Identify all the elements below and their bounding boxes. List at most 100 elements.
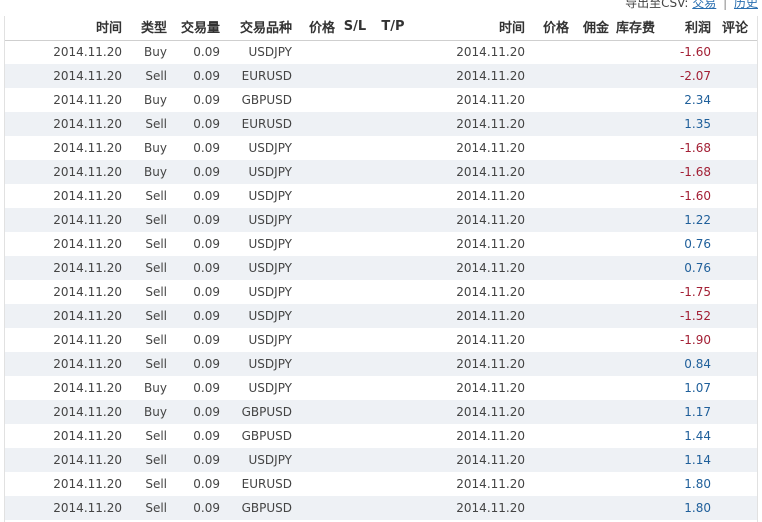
cell-price [295, 256, 335, 280]
cell-close-price [527, 232, 569, 256]
cell-swap [609, 328, 655, 352]
cell-profit: -1.60 [679, 45, 711, 60]
table-row: 2014.11.20 Sell 0.09 EURUSD 2014.11.20 1.80 [5, 472, 757, 496]
cell-profit: 1.07 [684, 381, 711, 395]
cell-symbol: USDJPY [248, 333, 292, 347]
cell-swap [609, 88, 655, 112]
cell-profit: -1.52 [679, 309, 711, 323]
cell-close-price [527, 256, 569, 280]
cell-symbol: USDJPY [248, 357, 292, 371]
cell-price [295, 328, 335, 352]
cell-close-price [527, 424, 569, 448]
cell-symbol: GBPUSD [241, 405, 292, 419]
table-row: 2014.11.20 Sell 0.09 EURUSD 2014.11.20 -2.07 [5, 64, 757, 88]
cell-close-price [527, 304, 569, 328]
cell-sl [335, 40, 375, 64]
cell-swap [609, 424, 655, 448]
cell-swap [609, 496, 655, 520]
cell-symbol: USDJPY [248, 261, 292, 275]
table-row: 2014.11.20 Sell 0.09 USDJPY 2014.11.20 0.84 [5, 352, 757, 376]
cell-tp [375, 208, 411, 232]
cell-symbol: EURUSD [241, 117, 292, 131]
export-trades-link[interactable]: 交易 [692, 0, 716, 10]
cell-commission [569, 448, 609, 472]
cell-close-time: 2014.11.20 [456, 213, 525, 227]
cell-swap [609, 184, 655, 208]
cell-commission [569, 424, 609, 448]
cell-profit: -1.90 [679, 333, 711, 347]
cell-open-time: 2014.11.20 [53, 333, 122, 347]
cell-close-price [527, 496, 569, 520]
cell-price [295, 40, 335, 64]
cell-comment [713, 208, 757, 232]
table-row: 2014.11.20 Buy 0.09 USDJPY 2014.11.20 -1.68 [5, 136, 757, 160]
header-row: 时间 类型 交易量 交易品种 价格 S/L T/P 时间 价格 佣金 库存费 利… [5, 16, 757, 41]
cell-price [295, 64, 335, 88]
cell-type: Buy [144, 381, 167, 395]
cell-price [295, 424, 335, 448]
col-profit: 利润 [655, 16, 713, 41]
cell-open-time: 2014.11.20 [53, 309, 122, 323]
cell-open-time: 2014.11.20 [53, 285, 122, 299]
col-commission: 佣金 [569, 16, 609, 41]
cell-price [295, 88, 335, 112]
cell-type: Sell [145, 237, 167, 251]
cell-symbol: USDJPY [248, 237, 292, 251]
cell-price [295, 376, 335, 400]
cell-swap [609, 208, 655, 232]
cell-type: Buy [144, 93, 167, 107]
cell-commission [569, 496, 609, 520]
cell-comment [713, 232, 757, 256]
cell-type: Sell [145, 333, 167, 347]
export-history-link[interactable]: 历史 [734, 0, 758, 10]
cell-tp [375, 376, 411, 400]
cell-profit: 1.44 [684, 429, 711, 443]
cell-volume: 0.09 [193, 285, 220, 299]
cell-swap [609, 376, 655, 400]
cell-volume: 0.09 [193, 165, 220, 179]
cell-price [295, 448, 335, 472]
cell-open-time: 2014.11.20 [53, 357, 122, 371]
cell-tp [375, 328, 411, 352]
cell-symbol: USDJPY [248, 165, 292, 179]
cell-close-time: 2014.11.20 [456, 429, 525, 443]
cell-open-time: 2014.11.20 [53, 165, 122, 179]
cell-price [295, 136, 335, 160]
cell-comment [713, 328, 757, 352]
export-separator: | [723, 0, 728, 10]
cell-symbol: USDJPY [248, 141, 292, 155]
cell-tp [375, 64, 411, 88]
cell-close-time: 2014.11.20 [456, 141, 525, 155]
cell-sl [335, 496, 375, 520]
cell-commission [569, 208, 609, 232]
cell-open-time: 2014.11.20 [53, 141, 122, 155]
cell-type: Sell [145, 477, 167, 491]
cell-close-price [527, 328, 569, 352]
cell-volume: 0.09 [193, 141, 220, 155]
cell-volume: 0.09 [193, 501, 220, 515]
cell-profit: -1.75 [679, 285, 711, 299]
cell-tp [375, 232, 411, 256]
table-body: 2014.11.20 Buy 0.09 USDJPY 2014.11.20 -1.60 20… [5, 40, 757, 520]
cell-close-price [527, 208, 569, 232]
cell-comment [713, 448, 757, 472]
cell-profit: 1.22 [684, 213, 711, 227]
cell-comment [713, 184, 757, 208]
cell-close-time: 2014.11.20 [456, 93, 525, 107]
cell-tp [375, 472, 411, 496]
cell-close-price [527, 112, 569, 136]
cell-swap [609, 64, 655, 88]
cell-close-price [527, 184, 569, 208]
cell-profit: 1.14 [684, 453, 711, 467]
cell-symbol: EURUSD [241, 69, 292, 83]
cell-volume: 0.09 [193, 117, 220, 131]
cell-commission [569, 184, 609, 208]
table-row: 2014.11.20 Sell 0.09 USDJPY 2014.11.20 0.76 [5, 232, 757, 256]
cell-close-price [527, 352, 569, 376]
cell-type: Buy [144, 141, 167, 155]
cell-profit: 0.84 [684, 357, 711, 371]
cell-sl [335, 112, 375, 136]
cell-volume: 0.09 [193, 477, 220, 491]
cell-commission [569, 136, 609, 160]
cell-close-price [527, 136, 569, 160]
